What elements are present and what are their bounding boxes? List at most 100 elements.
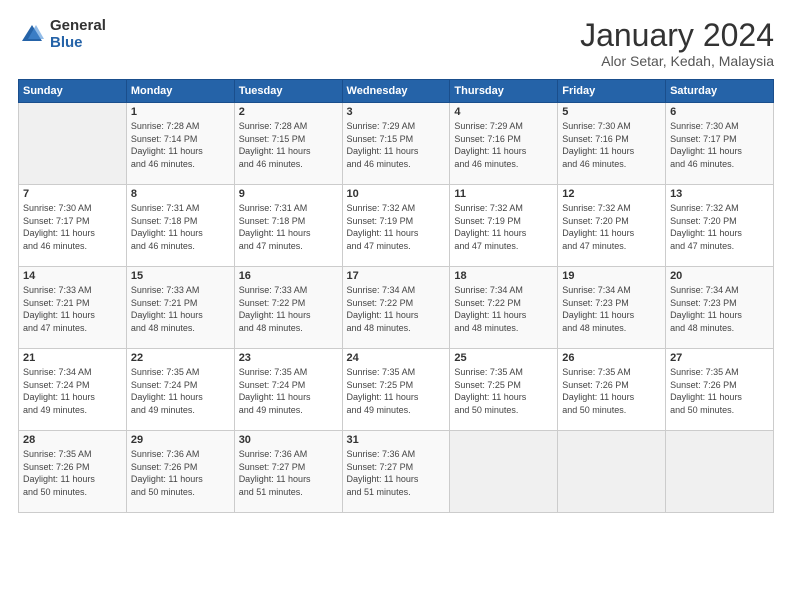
calendar-cell: 20Sunrise: 7:34 AMSunset: 7:23 PMDayligh… xyxy=(666,267,774,349)
header-row: SundayMondayTuesdayWednesdayThursdayFrid… xyxy=(19,80,774,103)
day-number: 21 xyxy=(23,352,122,364)
calendar-cell: 13 Sunrise: 7:32 AMSunset: 7:20 PMDayligh… xyxy=(666,185,774,267)
logo-blue: Blue xyxy=(50,35,106,52)
calendar-cell: 11 Sunrise: 7:32 AMSunset: 7:19 PMDayligh… xyxy=(450,185,558,267)
day-info: Sunrise: 7:35 AMSunset: 7:26 PMDaylight:… xyxy=(562,366,661,416)
page-header: General Blue January 2024 Alor Setar, Ke… xyxy=(18,18,774,69)
day-info: Sunrise: 7:29 AMSunset: 7:16 PMDaylight:… xyxy=(454,120,553,170)
calendar-cell: 7Sunrise: 7:30 AMSunset: 7:17 PMDaylight… xyxy=(19,185,127,267)
calendar-page: General Blue January 2024 Alor Setar, Ke… xyxy=(0,0,792,612)
calendar-cell xyxy=(558,431,666,513)
day-number: 8 xyxy=(131,188,230,200)
header-tuesday: Tuesday xyxy=(234,80,342,103)
day-number: 15 xyxy=(131,270,230,282)
week-row-3: 14 Sunrise: 7:33 AMSunset: 7:21 PMDayligh… xyxy=(19,267,774,349)
calendar-cell: 24 Sunrise: 7:35 AMSunset: 7:25 PMDayligh… xyxy=(342,349,450,431)
day-number: 10 xyxy=(347,188,446,200)
calendar-cell xyxy=(450,431,558,513)
calendar-cell: 28 Sunrise: 7:35 AMSunset: 7:26 PMDayligh… xyxy=(19,431,127,513)
day-info: Sunrise: 7:32 AMSunset: 7:19 PMDaylight:… xyxy=(347,202,446,252)
calendar-cell: 5 Sunrise: 7:30 AMSunset: 7:16 PMDaylight… xyxy=(558,103,666,185)
day-info: Sunrise: 7:34 AMSunset: 7:24 PMDaylight:… xyxy=(23,366,122,416)
day-number: 28 xyxy=(23,434,122,446)
day-info: Sunrise: 7:33 AMSunset: 7:21 PMDaylight:… xyxy=(23,284,122,334)
day-number: 19 xyxy=(562,270,661,282)
week-row-4: 21 Sunrise: 7:34 AMSunset: 7:24 PMDayligh… xyxy=(19,349,774,431)
logo-general: General xyxy=(50,18,106,35)
calendar-cell: 4 Sunrise: 7:29 AMSunset: 7:16 PMDaylight… xyxy=(450,103,558,185)
day-info: Sunrise: 7:31 AMSunset: 7:18 PMDaylight:… xyxy=(131,202,230,252)
day-number: 24 xyxy=(347,352,446,364)
day-info: Sunrise: 7:31 AMSunset: 7:18 PMDaylight:… xyxy=(239,202,338,252)
day-number: 11 xyxy=(454,188,553,200)
day-info: Sunrise: 7:35 AMSunset: 7:26 PMDaylight:… xyxy=(23,448,122,498)
calendar-cell: 3 Sunrise: 7:29 AMSunset: 7:15 PMDaylight… xyxy=(342,103,450,185)
week-row-1: 1 Sunrise: 7:28 AMSunset: 7:14 PMDaylight… xyxy=(19,103,774,185)
header-friday: Friday xyxy=(558,80,666,103)
header-wednesday: Wednesday xyxy=(342,80,450,103)
header-saturday: Saturday xyxy=(666,80,774,103)
calendar-cell: 18 Sunrise: 7:34 AMSunset: 7:22 PMDayligh… xyxy=(450,267,558,349)
week-row-2: 7Sunrise: 7:30 AMSunset: 7:17 PMDaylight… xyxy=(19,185,774,267)
title-section: January 2024 Alor Setar, Kedah, Malaysia xyxy=(580,18,774,69)
calendar-cell: 19 Sunrise: 7:34 AMSunset: 7:23 PMDayligh… xyxy=(558,267,666,349)
day-info: Sunrise: 7:35 AMSunset: 7:24 PMDaylight:… xyxy=(131,366,230,416)
day-info: Sunrise: 7:30 AMSunset: 7:17 PMDaylight:… xyxy=(670,120,769,170)
calendar-cell: 21 Sunrise: 7:34 AMSunset: 7:24 PMDayligh… xyxy=(19,349,127,431)
day-number: 18 xyxy=(454,270,553,282)
logo: General Blue xyxy=(18,18,106,51)
week-row-5: 28 Sunrise: 7:35 AMSunset: 7:26 PMDayligh… xyxy=(19,431,774,513)
day-number: 26 xyxy=(562,352,661,364)
calendar-cell xyxy=(19,103,127,185)
day-number: 16 xyxy=(239,270,338,282)
day-number: 12 xyxy=(562,188,661,200)
day-info: Sunrise: 7:28 AMSunset: 7:14 PMDaylight:… xyxy=(131,120,230,170)
day-number: 31 xyxy=(347,434,446,446)
day-info: Sunrise: 7:30 AMSunset: 7:16 PMDaylight:… xyxy=(562,120,661,170)
header-thursday: Thursday xyxy=(450,80,558,103)
day-info: Sunrise: 7:33 AMSunset: 7:21 PMDaylight:… xyxy=(131,284,230,334)
day-info: Sunrise: 7:35 AMSunset: 7:26 PMDaylight:… xyxy=(670,366,769,416)
logo-icon xyxy=(18,21,46,49)
day-info: Sunrise: 7:30 AMSunset: 7:17 PMDaylight:… xyxy=(23,202,122,252)
calendar-cell: 31 Sunrise: 7:36 AMSunset: 7:27 PMDayligh… xyxy=(342,431,450,513)
day-info: Sunrise: 7:34 AMSunset: 7:22 PMDaylight:… xyxy=(454,284,553,334)
day-number: 1 xyxy=(131,106,230,118)
location: Alor Setar, Kedah, Malaysia xyxy=(580,53,774,69)
day-info: Sunrise: 7:34 AMSunset: 7:23 PMDaylight:… xyxy=(562,284,661,334)
day-number: 6 xyxy=(670,106,769,118)
day-number: 2 xyxy=(239,106,338,118)
day-info: Sunrise: 7:32 AMSunset: 7:20 PMDaylight:… xyxy=(670,202,769,252)
day-info: Sunrise: 7:29 AMSunset: 7:15 PMDaylight:… xyxy=(347,120,446,170)
calendar-cell: 9Sunrise: 7:31 AMSunset: 7:18 PMDaylight… xyxy=(234,185,342,267)
day-info: Sunrise: 7:35 AMSunset: 7:25 PMDaylight:… xyxy=(347,366,446,416)
day-number: 5 xyxy=(562,106,661,118)
day-info: Sunrise: 7:34 AMSunset: 7:22 PMDaylight:… xyxy=(347,284,446,334)
day-info: Sunrise: 7:32 AMSunset: 7:19 PMDaylight:… xyxy=(454,202,553,252)
day-number: 30 xyxy=(239,434,338,446)
day-info: Sunrise: 7:36 AMSunset: 7:26 PMDaylight:… xyxy=(131,448,230,498)
month-title: January 2024 xyxy=(580,18,774,53)
calendar-cell: 8 Sunrise: 7:31 AMSunset: 7:18 PMDaylight… xyxy=(126,185,234,267)
day-info: Sunrise: 7:36 AMSunset: 7:27 PMDaylight:… xyxy=(347,448,446,498)
day-number: 27 xyxy=(670,352,769,364)
day-info: Sunrise: 7:28 AMSunset: 7:15 PMDaylight:… xyxy=(239,120,338,170)
day-number: 17 xyxy=(347,270,446,282)
calendar-cell: 14 Sunrise: 7:33 AMSunset: 7:21 PMDayligh… xyxy=(19,267,127,349)
calendar-cell: 26 Sunrise: 7:35 AMSunset: 7:26 PMDayligh… xyxy=(558,349,666,431)
calendar-table: SundayMondayTuesdayWednesdayThursdayFrid… xyxy=(18,79,774,513)
calendar-cell: 23Sunrise: 7:35 AMSunset: 7:24 PMDayligh… xyxy=(234,349,342,431)
day-number: 14 xyxy=(23,270,122,282)
calendar-cell xyxy=(666,431,774,513)
header-monday: Monday xyxy=(126,80,234,103)
day-info: Sunrise: 7:33 AMSunset: 7:22 PMDaylight:… xyxy=(239,284,338,334)
calendar-cell: 12Sunrise: 7:32 AMSunset: 7:20 PMDayligh… xyxy=(558,185,666,267)
calendar-cell: 1 Sunrise: 7:28 AMSunset: 7:14 PMDaylight… xyxy=(126,103,234,185)
day-info: Sunrise: 7:35 AMSunset: 7:25 PMDaylight:… xyxy=(454,366,553,416)
calendar-cell: 15 Sunrise: 7:33 AMSunset: 7:21 PMDayligh… xyxy=(126,267,234,349)
day-number: 3 xyxy=(347,106,446,118)
day-number: 13 xyxy=(670,188,769,200)
calendar-cell: 16 Sunrise: 7:33 AMSunset: 7:22 PMDayligh… xyxy=(234,267,342,349)
calendar-cell: 25Sunrise: 7:35 AMSunset: 7:25 PMDayligh… xyxy=(450,349,558,431)
day-number: 4 xyxy=(454,106,553,118)
